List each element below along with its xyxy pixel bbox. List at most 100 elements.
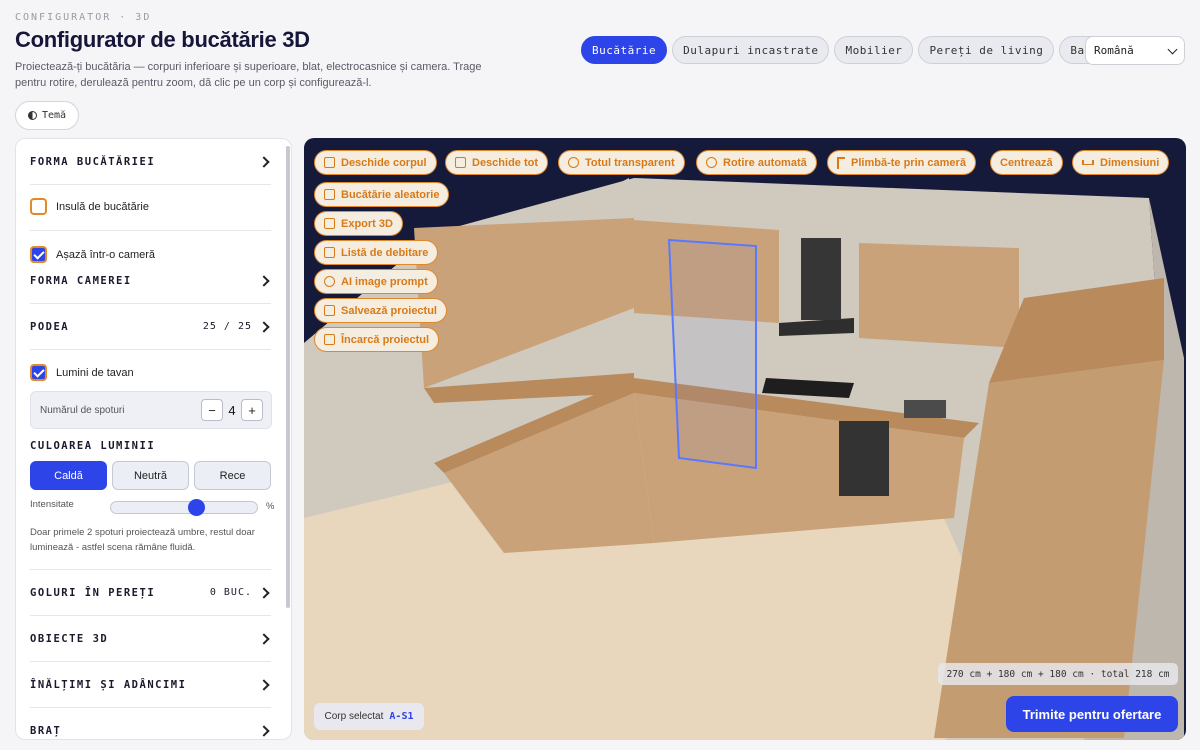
centreaza-button[interactable]: Centrează bbox=[990, 150, 1063, 175]
theme-button[interactable]: Temă bbox=[15, 101, 79, 130]
save-icon bbox=[324, 305, 335, 316]
upload-icon bbox=[324, 334, 335, 345]
label: Deschide tot bbox=[472, 156, 539, 169]
eyebrow: CONFIGURATOR · 3D bbox=[15, 12, 152, 23]
plimba-te-button[interactable]: Plimbă-te prin cameră bbox=[827, 150, 976, 175]
label: Plimbă-te prin cameră bbox=[851, 156, 966, 169]
rotire-automata-button[interactable]: Rotire automată bbox=[696, 150, 817, 175]
label: Export 3D bbox=[341, 217, 393, 230]
sidebar-scrollbar[interactable] bbox=[286, 146, 290, 608]
ceiling-lights-row[interactable]: Lumini de tavan bbox=[30, 364, 134, 381]
label: Bucătărie aleatorie bbox=[341, 188, 440, 201]
intensity-slider-thumb[interactable] bbox=[188, 499, 206, 516]
half-circle-icon bbox=[27, 111, 37, 120]
floor-value: 25 / 25 bbox=[202, 321, 252, 332]
ai-image-prompt-button[interactable]: AI image prompt bbox=[314, 269, 438, 294]
dimensiuni-button[interactable]: Dimensiuni bbox=[1072, 150, 1170, 175]
tab-dulapuri[interactable]: Dulapuri incastrate bbox=[672, 36, 830, 64]
selected-code: A-S1 bbox=[389, 711, 414, 722]
light-color-options: Caldă Neutră Rece bbox=[30, 461, 271, 490]
section-label: FORMA CAMEREI bbox=[30, 274, 132, 287]
label: Listă de debitare bbox=[341, 246, 429, 259]
spots-minus-button[interactable]: − bbox=[201, 399, 223, 421]
light-color-label: CULOAREA LUMINII bbox=[30, 440, 156, 452]
intensity-label: Intensitate bbox=[30, 499, 74, 510]
tab-bucatarie[interactable]: Bucătărie bbox=[581, 36, 668, 64]
language-value: Română bbox=[1094, 44, 1134, 57]
label: Dimensiuni bbox=[1100, 156, 1160, 169]
upper-cabinets-right bbox=[859, 243, 1019, 348]
walk-icon bbox=[837, 156, 845, 169]
page-subtitle: Proiectează-ți bucătăria — corpuri infer… bbox=[15, 61, 482, 89]
section-goluri[interactable]: GOLURI ÎN PEREȚI 0 BUC. bbox=[30, 570, 271, 616]
chevron-right-icon bbox=[258, 632, 270, 645]
section-label: PODEA bbox=[30, 320, 70, 333]
label: AI image prompt bbox=[341, 275, 428, 288]
island-label: Insulă de bucătărie bbox=[56, 200, 149, 213]
tab-pereti-living[interactable]: Pereți de living bbox=[918, 36, 1055, 64]
island-checkbox[interactable] bbox=[30, 198, 47, 215]
totul-transparent-button[interactable]: Totul transparent bbox=[558, 150, 685, 175]
light-calda-button[interactable]: Caldă bbox=[30, 461, 107, 490]
deschide-corpul-button[interactable]: Deschide corpul bbox=[314, 150, 437, 175]
bucatarie-aleatorie-button[interactable]: Bucătărie aleatorie bbox=[314, 182, 450, 207]
deschide-tot-button[interactable]: Deschide tot bbox=[445, 150, 549, 175]
island-checkbox-row[interactable]: Insulă de bucătărie bbox=[30, 198, 149, 215]
section-podea[interactable]: PODEA 25 / 25 bbox=[30, 304, 271, 350]
export-3d-button[interactable]: Export 3D bbox=[314, 211, 403, 236]
section-brat[interactable]: BRAȚ bbox=[30, 708, 271, 739]
section-forma-camerei[interactable]: FORMA CAMEREI bbox=[30, 258, 271, 304]
intensity-control: Intensitate % bbox=[30, 499, 275, 516]
rotate-icon bbox=[706, 157, 717, 168]
label: Totul transparent bbox=[585, 156, 675, 169]
selected-label: Corp selectat bbox=[324, 711, 384, 722]
door-icon bbox=[324, 157, 335, 168]
label: Încarcă proiectul bbox=[341, 333, 430, 346]
incarca-proiectul-button[interactable]: Încarcă proiectul bbox=[314, 327, 440, 352]
light-rece-button[interactable]: Rece bbox=[194, 461, 271, 490]
spots-value: 4 bbox=[228, 402, 236, 418]
theme-label: Temă bbox=[41, 110, 67, 121]
ceiling-lights-checkbox[interactable] bbox=[30, 364, 47, 381]
spots-plus-button[interactable]: + bbox=[241, 399, 263, 421]
list-icon bbox=[324, 247, 335, 258]
sparkle-icon bbox=[324, 276, 335, 287]
label: Salvează proiectul bbox=[341, 304, 437, 317]
doors-icon bbox=[455, 157, 466, 168]
kitchen-scene[interactable] bbox=[304, 138, 1186, 740]
chevron-down-icon bbox=[1167, 44, 1178, 54]
ruler-icon bbox=[1082, 160, 1094, 165]
language-select[interactable]: Română bbox=[1085, 36, 1185, 65]
dice-icon bbox=[324, 189, 335, 200]
ceiling-lights-label: Lumini de tavan bbox=[56, 366, 134, 379]
chevron-right-icon bbox=[258, 586, 270, 599]
salveaza-proiectul-button[interactable]: Salvează proiectul bbox=[314, 298, 447, 323]
3d-viewport[interactable]: Deschide corpul Deschide tot Totul trans… bbox=[304, 138, 1186, 740]
label: Deschide corpul bbox=[341, 156, 427, 169]
chevron-right-icon bbox=[258, 678, 270, 691]
section-inaltimi[interactable]: ÎNĂLȚIMI ȘI ADÂNCIMI bbox=[30, 662, 271, 708]
selected-cabinet-badge: Corp selectat A-S1 bbox=[314, 703, 424, 730]
chevron-right-icon bbox=[258, 155, 270, 168]
category-tabs: Bucătărie Dulapuri incastrate Mobilier P… bbox=[581, 36, 1110, 64]
section-label: ÎNĂLȚIMI ȘI ADÂNCIMI bbox=[30, 678, 187, 691]
spots-control: Numărul de spoturi − 4 + bbox=[30, 391, 272, 429]
section-forma-bucatariei[interactable]: FORMA BUCĂTĂRIEI bbox=[30, 139, 271, 185]
light-neutra-button[interactable]: Neutră bbox=[112, 461, 189, 490]
section-label: GOLURI ÎN PEREȚI bbox=[30, 586, 156, 599]
label: Rotire automată bbox=[723, 156, 807, 169]
selection-outline bbox=[667, 238, 757, 470]
dimensions-readout: 270 cm + 180 cm + 180 cm · total 218 cm bbox=[938, 663, 1178, 685]
lista-debitare-button[interactable]: Listă de debitare bbox=[314, 240, 439, 265]
intensity-slider[interactable] bbox=[110, 499, 258, 516]
section-obiecte-3d[interactable]: OBIECTE 3D bbox=[30, 616, 271, 662]
send-for-quote-button[interactable]: Trimite pentru ofertare bbox=[1006, 696, 1178, 732]
divider bbox=[30, 230, 271, 231]
sidebar: FORMA BUCĂTĂRIEI Insulă de bucătărie Așa… bbox=[15, 138, 292, 740]
section-label: FORMA BUCĂTĂRIEI bbox=[30, 155, 156, 168]
spots-label: Numărul de spoturi bbox=[40, 404, 125, 416]
intensity-unit: % bbox=[266, 501, 275, 512]
openings-value: 0 BUC. bbox=[209, 587, 252, 598]
tab-mobilier[interactable]: Mobilier bbox=[834, 36, 914, 64]
page-title: Configurator de bucătărie 3D bbox=[15, 27, 310, 52]
